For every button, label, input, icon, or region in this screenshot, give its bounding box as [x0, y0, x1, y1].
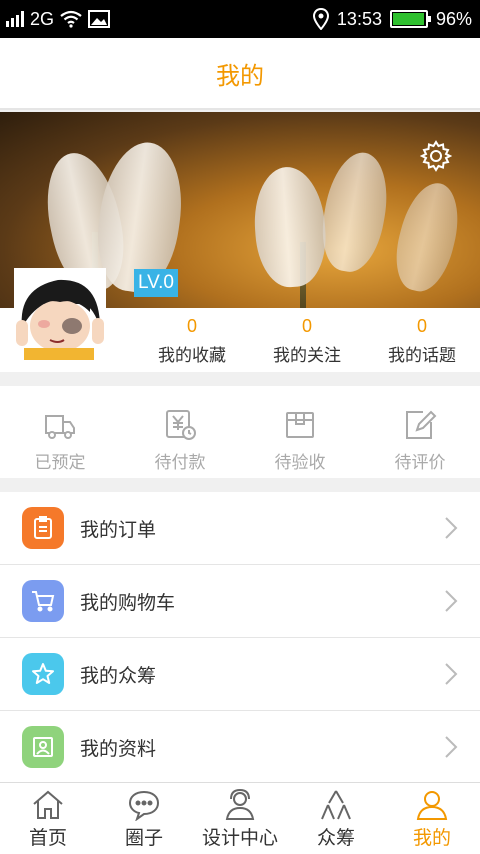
stat-label: 我的话题 [388, 346, 456, 366]
stat-following[interactable]: 0 我的关注 [247, 316, 367, 366]
tab-mine[interactable]: 我的 [384, 783, 480, 854]
clock: 13:53 [336, 8, 382, 29]
status-bar: 2G 13:53 96% [0, 0, 480, 38]
chevron-right-icon [445, 590, 458, 612]
bottom-tab-bar: 首页 圈子 设计中心 众筹 我的 [0, 782, 480, 854]
page-header: 我的 [0, 38, 480, 110]
stat-label: 我的收藏 [158, 346, 226, 366]
battery-percent: 96% [435, 8, 472, 29]
image-notification-icon [88, 10, 111, 28]
wifi-icon [60, 10, 82, 28]
stat-count: 0 [186, 316, 197, 336]
order-status-label: 已预定 [34, 453, 86, 473]
chevron-right-icon [445, 517, 458, 539]
stat-count: 0 [416, 316, 427, 336]
edit-icon [406, 410, 437, 439]
battery-icon [389, 10, 431, 28]
home-icon [33, 790, 63, 819]
star-icon [22, 653, 64, 695]
designer-icon [225, 789, 255, 820]
chevron-right-icon [445, 663, 458, 685]
chat-icon [128, 790, 160, 821]
order-status-label: 待付款 [154, 453, 206, 473]
order-status-label: 待评价 [394, 453, 446, 473]
cartoon-avatar-image [14, 268, 106, 360]
profile-card-icon [22, 726, 64, 768]
menu-list: 我的订单 我的购物车 我的众筹 我的资料 [0, 492, 480, 784]
tab-label: 首页 [28, 827, 67, 849]
package-icon [286, 412, 314, 438]
person-icon [416, 791, 448, 820]
page-title: 我的 [216, 61, 264, 90]
settings-gear-icon[interactable] [420, 140, 452, 172]
stat-topics[interactable]: 0 我的话题 [362, 316, 480, 366]
stat-label: 我的关注 [273, 346, 341, 366]
tab-label: 众筹 [316, 827, 355, 849]
menu-item-cart[interactable]: 我的购物车 [0, 565, 480, 638]
menu-item-label: 我的订单 [80, 518, 157, 541]
location-icon [312, 8, 329, 30]
avatar[interactable] [14, 268, 106, 360]
crowd-icon [321, 790, 351, 820]
order-status-unpaid[interactable]: 待付款 [120, 386, 240, 478]
tab-label: 圈子 [124, 827, 163, 849]
truck-icon [45, 415, 75, 439]
order-status-label: 待验收 [274, 453, 326, 473]
signal-icon [6, 11, 24, 27]
tab-crowdfunding[interactable]: 众筹 [288, 783, 384, 854]
menu-item-label: 我的购物车 [80, 591, 176, 614]
menu-item-orders[interactable]: 我的订单 [0, 492, 480, 565]
tab-design-center[interactable]: 设计中心 [192, 783, 288, 854]
menu-item-profile[interactable]: 我的资料 [0, 711, 480, 784]
yen-clock-icon [166, 410, 196, 440]
order-status-row: 已预定 待付款 待验收 待评价 [0, 386, 480, 478]
order-status-review[interactable]: 待评价 [360, 386, 480, 478]
cart-icon [22, 580, 64, 622]
order-status-reserved[interactable]: 已预定 [0, 386, 120, 478]
menu-item-label: 我的众筹 [80, 664, 157, 687]
menu-item-label: 我的资料 [80, 737, 157, 760]
menu-item-crowdfunding[interactable]: 我的众筹 [0, 638, 480, 711]
tab-label: 设计中心 [201, 827, 278, 849]
network-type: 2G [30, 8, 55, 29]
order-status-inspection[interactable]: 待验收 [240, 386, 360, 478]
tab-circle[interactable]: 圈子 [96, 783, 192, 854]
tab-label: 我的 [412, 827, 451, 849]
stat-count: 0 [301, 316, 312, 336]
level-badge: LV.0 [134, 269, 178, 297]
order-list-icon [22, 507, 64, 549]
tab-home[interactable]: 首页 [0, 783, 96, 854]
stat-favorites[interactable]: 0 我的收藏 [132, 316, 252, 366]
chevron-right-icon [445, 736, 458, 758]
